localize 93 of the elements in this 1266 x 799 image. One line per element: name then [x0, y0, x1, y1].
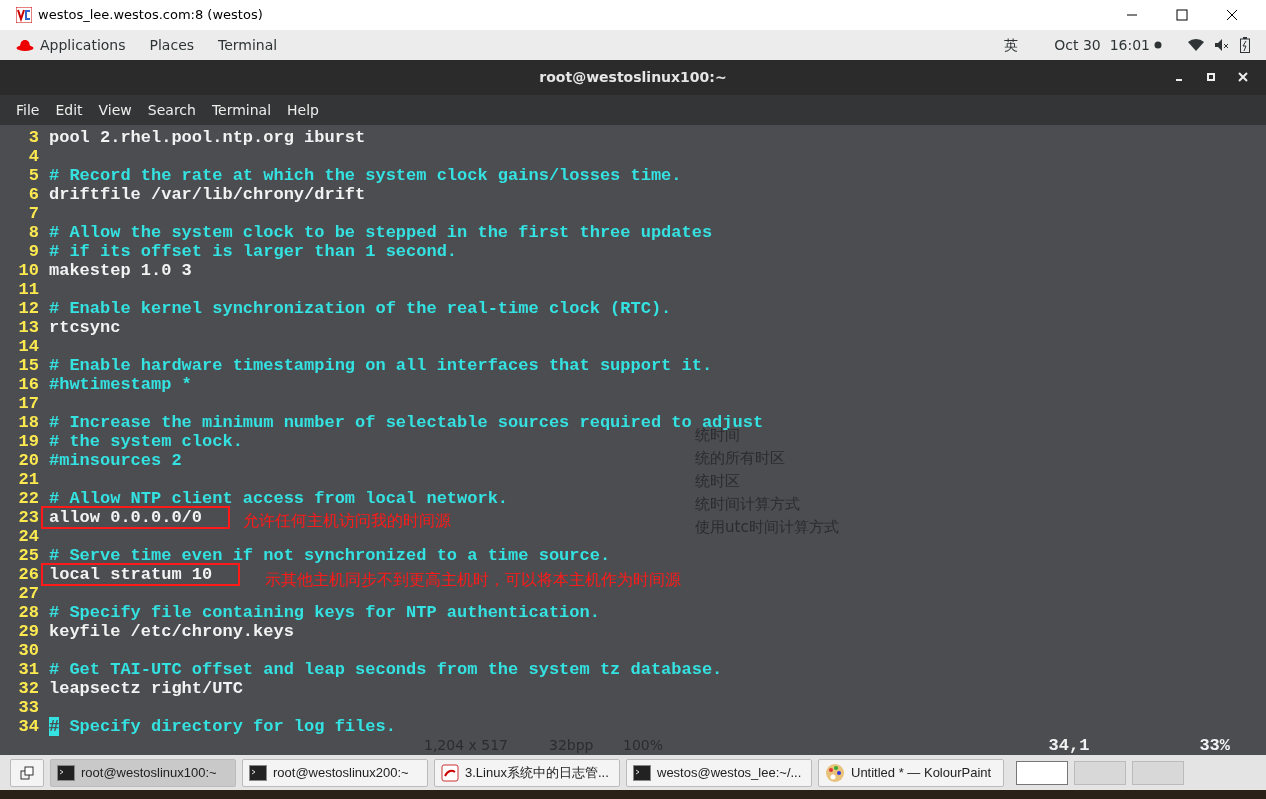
- terminal-icon: [57, 764, 75, 781]
- code-line: makestep 1.0 3: [49, 261, 192, 280]
- line-number: 26: [18, 565, 39, 584]
- line-number: 22: [18, 489, 39, 508]
- menu-item[interactable]: Edit: [55, 99, 83, 121]
- code-comment: # if its offset is larger than 1 second.: [49, 242, 458, 261]
- line-number: 34: [18, 717, 39, 736]
- line-number: 27: [18, 584, 39, 603]
- line-number: 5: [27, 166, 39, 185]
- line-number: 24: [18, 527, 39, 546]
- taskbar-window-button[interactable]: root@westoslinux100:~: [50, 758, 236, 787]
- line-number: 9: [27, 242, 39, 261]
- code-line: keyfile /etc/chrony.keys: [49, 622, 294, 641]
- code-line: pool 2.rhel.pool.ntp.org iburst: [49, 128, 366, 147]
- line-number: 33: [18, 698, 39, 717]
- line-number: 20: [18, 451, 39, 470]
- line-number: 19: [18, 432, 39, 451]
- annotation: 示其他主机同步不到更高主机时，可以将本主机作为时间源: [265, 570, 681, 589]
- page-icon: [441, 763, 459, 782]
- line-number: 10: [18, 261, 39, 280]
- line-number: 13: [18, 318, 39, 337]
- volume-muted-icon[interactable]: [1214, 38, 1230, 52]
- line-number: 30: [18, 641, 39, 660]
- code-comment: # Enable hardware timestamping on all interfaces that support it.: [49, 356, 713, 375]
- top-bar-menu[interactable]: Applications: [40, 34, 126, 56]
- workspace-switcher[interactable]: [1016, 760, 1068, 785]
- code-comment: # the system clock.: [49, 432, 243, 451]
- code-comment: # Serve time even if not synchronized to a time source.: [49, 546, 611, 565]
- dot-icon: [1154, 41, 1162, 49]
- line-number: 3: [27, 128, 39, 147]
- code-comment: # Allow the system clock to be stepped in the first three updates: [49, 223, 713, 242]
- menu-item[interactable]: View: [98, 99, 132, 121]
- code-comment: # Enable kernel synchronization of the real-time clock (RTC).: [49, 299, 672, 318]
- input-method-indicator[interactable]: 英: [1004, 34, 1019, 56]
- line-number: 23: [18, 508, 39, 527]
- workspace-switcher[interactable]: [1132, 760, 1184, 785]
- battery-icon[interactable]: [1240, 37, 1250, 53]
- workspace-switcher[interactable]: [1074, 760, 1126, 785]
- terminal-icon: [249, 764, 267, 781]
- code-comment: #hwtimestamp *: [49, 375, 192, 394]
- line-number: 25: [18, 546, 39, 565]
- taskbar-window-button[interactable]: root@westoslinux200:~: [242, 758, 428, 787]
- palette-icon: [825, 762, 845, 783]
- top-bar-menu[interactable]: Places: [149, 34, 195, 56]
- code-comment: # Specify directory for log files.: [49, 717, 396, 736]
- taskbar-window-button[interactable]: westos@westos_lee:~/...: [626, 758, 812, 787]
- code-comment: # Get TAI-UTC offset and leap seconds from the system tz database.: [49, 660, 723, 679]
- line-number: 16: [18, 375, 39, 394]
- line-number: 14: [18, 337, 39, 356]
- terminal-icon: [633, 764, 651, 781]
- windows-icon: [20, 765, 34, 780]
- menu-item[interactable]: Terminal: [211, 99, 272, 121]
- line-number: 31: [18, 660, 39, 679]
- line-number: 11: [18, 280, 39, 299]
- hat-icon[interactable]: [16, 38, 34, 52]
- cursor-position: 34,1: [1048, 736, 1090, 755]
- code-line: local stratum 10: [49, 565, 213, 584]
- wifi-icon[interactable]: [1188, 38, 1204, 52]
- taskbar-window-button[interactable]: 3.Linux系统中的日志管...: [434, 758, 620, 787]
- maximize-icon[interactable]: [1176, 9, 1188, 21]
- line-number: 29: [18, 622, 39, 641]
- code-comment: #minsources 2: [49, 451, 182, 470]
- code-line: rtcsync: [49, 318, 121, 337]
- line-number: 7: [27, 204, 39, 223]
- line-number: 17: [18, 394, 39, 413]
- code-line: driftfile /var/lib/chrony/drift: [49, 185, 366, 204]
- code-line: leapsectz right/UTC: [49, 679, 243, 698]
- code-line: allow 0.0.0.0/0: [49, 508, 203, 527]
- line-number: 32: [18, 679, 39, 698]
- show-desktop-button[interactable]: [10, 758, 44, 787]
- line-number: 15: [18, 356, 39, 375]
- clock[interactable]: Oct 30 16:01: [1054, 34, 1150, 56]
- line-number: 28: [18, 603, 39, 622]
- window-title: westos_lee.westos.com:8 (westos): [38, 6, 263, 25]
- code-comment: # Allow NTP client access from local network.: [49, 489, 509, 508]
- menu-item[interactable]: Help: [287, 99, 319, 121]
- terminal-title: root@westoslinux100:~: [539, 68, 727, 87]
- annotation: 允许任何主机访问我的时间源: [243, 511, 451, 530]
- menu-item[interactable]: Search: [147, 99, 196, 121]
- menu-item[interactable]: File: [16, 99, 40, 121]
- code-comment: # Record the rate at which the system clock gains/losses time.: [49, 166, 682, 185]
- top-bar-menu[interactable]: Terminal: [218, 34, 278, 56]
- line-number: 4: [27, 147, 39, 166]
- taskbar-window-button[interactable]: Untitled * — KolourPaint: [818, 758, 1004, 787]
- line-number: 18: [18, 413, 39, 432]
- code-comment: # Specify file containing keys for NTP authentication.: [49, 603, 600, 622]
- close-icon[interactable]: [1226, 9, 1238, 21]
- app-logo-icon: [16, 7, 32, 23]
- line-number: 6: [27, 185, 39, 204]
- line-number: 21: [18, 470, 39, 489]
- scroll-percent: 33%: [1199, 736, 1230, 755]
- line-number: 8: [27, 223, 39, 242]
- line-number: 12: [18, 299, 39, 318]
